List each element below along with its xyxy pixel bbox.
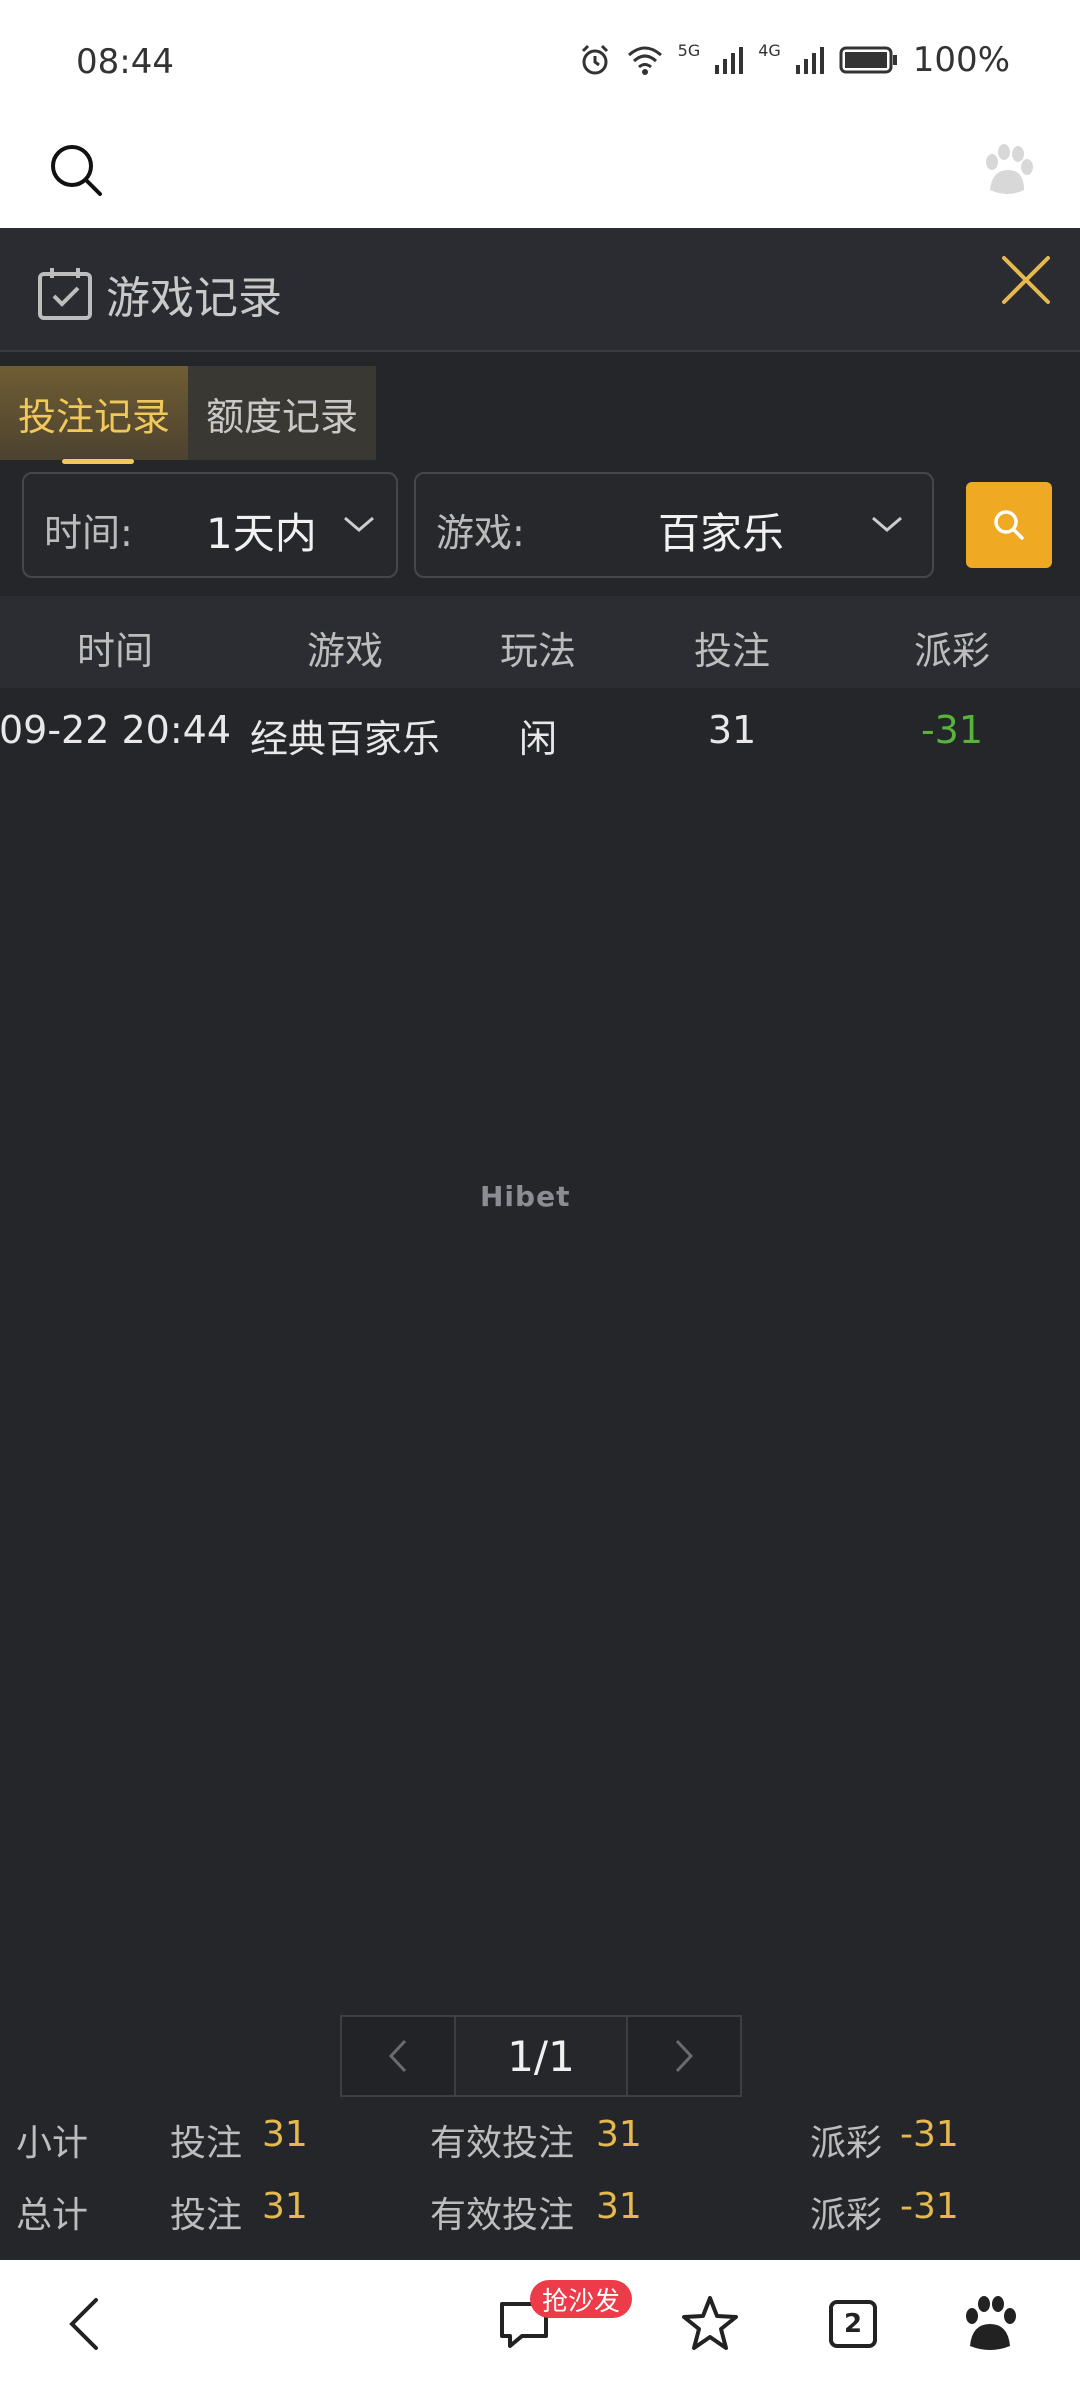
- game-record-dialog: 游戏记录 投注记录 额度记录 时间: 1天内 游戏: 百家乐 时间 游戏 玩法 …: [0, 228, 1080, 2260]
- alarm-icon: [581, 44, 608, 75]
- subtotal-label: 小计: [16, 2123, 89, 2164]
- subtotal-bet-label: 投注: [170, 2123, 243, 2164]
- network-4g-label: 4G: [758, 40, 781, 60]
- cell-game: 经典百家乐: [249, 717, 441, 761]
- status-bar: 08:44 5G 4G 100%: [0, 0, 1080, 130]
- cell-bet: 31: [707, 708, 757, 752]
- chevron-down-icon: [344, 516, 374, 532]
- status-icons: 5G 4G 100%: [578, 40, 1010, 80]
- total-label: 总计: [16, 2195, 89, 2236]
- total-payout-value: -31: [900, 2186, 959, 2227]
- cell-time: 09-22 20:44: [0, 708, 232, 752]
- next-page-button[interactable]: [626, 2015, 742, 2097]
- close-icon[interactable]: [996, 250, 1056, 310]
- page-indicator: 1/1: [456, 2015, 626, 2097]
- cell-play: 闲: [518, 717, 558, 761]
- chevron-down-icon: [872, 516, 902, 532]
- dialog-header: 游戏记录: [0, 228, 1080, 352]
- game-filter-label: 游戏:: [436, 511, 525, 555]
- signal-icon: [715, 47, 744, 74]
- filter-bar: 时间: 1天内 游戏: 百家乐: [0, 472, 1080, 580]
- back-icon[interactable]: [56, 2292, 120, 2356]
- tab-count-button[interactable]: 2: [829, 2300, 877, 2348]
- total-bet-value: 31: [262, 2186, 308, 2227]
- subtotal-payout-label: 派彩: [810, 2123, 883, 2164]
- pagination: 1/1: [340, 2015, 742, 2097]
- time-filter-select[interactable]: 时间: 1天内: [22, 472, 398, 578]
- baidu-paw-icon[interactable]: [958, 2292, 1022, 2356]
- status-time: 08:44: [76, 42, 174, 82]
- comment-badge: 抢沙发: [530, 2280, 633, 2318]
- time-filter-label: 时间:: [44, 511, 133, 555]
- search-button[interactable]: [966, 482, 1052, 568]
- browser-bottom-bar: 抢沙发 2: [0, 2260, 1080, 2388]
- column-header-time: 时间: [76, 629, 154, 673]
- signal-icon: [795, 47, 824, 74]
- subtotal-bet-value: 31: [262, 2114, 308, 2155]
- total-valid-label: 有效投注: [430, 2195, 575, 2236]
- table-row[interactable]: 09-22 20:44 经典百家乐 闲 31 -31: [0, 688, 1080, 772]
- table-header: 时间 游戏 玩法 投注 派彩: [0, 596, 1080, 688]
- wifi-icon: [627, 46, 662, 75]
- dialog-title: 游戏记录: [106, 273, 282, 324]
- star-icon[interactable]: [678, 2292, 742, 2356]
- prev-page-button[interactable]: [340, 2015, 456, 2097]
- total-bet-label: 投注: [170, 2195, 243, 2236]
- tab-bet-records[interactable]: 投注记录: [0, 366, 189, 464]
- chevron-left-icon: [388, 2039, 407, 2073]
- chevron-right-icon: [675, 2039, 694, 2073]
- search-icon[interactable]: [48, 142, 104, 198]
- total-valid-value: 31: [596, 2186, 642, 2227]
- column-header-payout: 派彩: [913, 629, 991, 673]
- column-header-play: 玩法: [499, 629, 577, 673]
- subtotal-valid-value: 31: [596, 2114, 642, 2155]
- browser-top-bar: [0, 130, 1080, 228]
- subtotal-payout-value: -31: [900, 2114, 959, 2155]
- hibet-watermark: Hibet: [480, 1180, 571, 1213]
- tab-credit-records[interactable]: 额度记录: [188, 366, 377, 460]
- record-tabs: 投注记录 额度记录: [0, 366, 377, 464]
- game-filter-value: 百家乐: [658, 509, 785, 558]
- subtotal-valid-label: 有效投注: [430, 2123, 575, 2164]
- baidu-paw-icon[interactable]: [978, 142, 1036, 200]
- battery-percent: 100%: [912, 40, 1010, 80]
- game-filter-select[interactable]: 游戏: 百家乐: [414, 472, 934, 578]
- column-header-game: 游戏: [306, 629, 384, 673]
- time-filter-value: 1天内: [206, 509, 317, 558]
- total-row: 总计 投注 31 有效投注 31 派彩 -31: [0, 2176, 1080, 2236]
- cell-payout: -31: [920, 708, 984, 752]
- column-header-bet: 投注: [693, 629, 771, 673]
- total-payout-label: 派彩: [810, 2195, 883, 2236]
- subtotal-row: 小计 投注 31 有效投注 31 派彩 -31: [0, 2104, 1080, 2164]
- network-5g-label: 5G: [677, 40, 701, 60]
- battery-icon: [839, 46, 897, 74]
- search-icon: [994, 510, 1024, 540]
- calendar-check-icon: [38, 268, 92, 320]
